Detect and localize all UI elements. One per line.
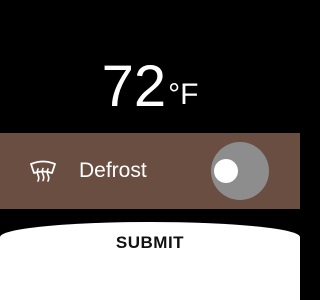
watch-screen: 72 °F Defrost SUBMIT: [0, 0, 300, 300]
defrost-label: Defrost: [79, 159, 147, 182]
submit-button[interactable]: SUBMIT: [0, 222, 300, 264]
temperature-value: 72: [101, 54, 167, 119]
defrost-icon: [30, 160, 56, 182]
temperature-unit: °F: [168, 78, 199, 111]
toggle-thumb: [214, 159, 238, 183]
defrost-toggle-switch[interactable]: [210, 142, 280, 200]
temperature-display: 72 °F: [0, 54, 300, 116]
defrost-toggle-row[interactable]: Defrost: [0, 133, 300, 209]
